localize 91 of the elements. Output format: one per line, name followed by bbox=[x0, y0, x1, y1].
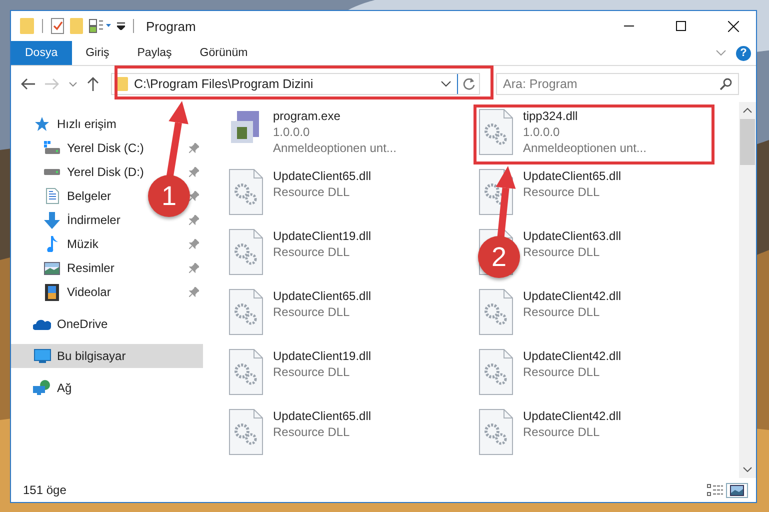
settings-file-icon bbox=[229, 349, 263, 395]
sidebar-item[interactable]: Belgeler bbox=[11, 184, 114, 208]
address-bar[interactable]: C:\Program Files\Program Dizini bbox=[111, 73, 480, 95]
recent-locations-button[interactable] bbox=[67, 80, 79, 88]
file-detail: 1.0.0.0 bbox=[273, 125, 311, 139]
file-name: tipp324.dll bbox=[523, 109, 579, 123]
download-arrow-icon bbox=[44, 212, 60, 228]
sidebar-item[interactable]: Bu bilgisayar bbox=[11, 344, 203, 368]
sidebar-item[interactable]: Yerel Disk (D:) bbox=[11, 160, 146, 184]
settings-file-icon bbox=[479, 289, 513, 335]
file-name: UpdateClient65.dll bbox=[273, 289, 372, 303]
close-icon bbox=[728, 20, 738, 32]
pin-icon[interactable] bbox=[189, 239, 199, 249]
search-icon[interactable] bbox=[720, 78, 732, 90]
search-field[interactable]: Ara: Program bbox=[496, 73, 739, 95]
refresh-icon bbox=[462, 78, 474, 90]
large-icons-view-button[interactable] bbox=[726, 482, 748, 498]
file-name: UpdateClient42.dll bbox=[523, 349, 622, 363]
sidebar-item[interactable]: Yerel Disk (C:) bbox=[11, 136, 146, 160]
sidebar-item[interactable]: Videolar bbox=[11, 280, 113, 304]
pin-icon[interactable] bbox=[189, 287, 199, 297]
file-name: program.exe bbox=[273, 109, 342, 123]
file-detail: 1.0.0.0 bbox=[523, 125, 561, 139]
settings-file-icon bbox=[229, 229, 263, 275]
pin-icon[interactable] bbox=[189, 191, 199, 201]
ribbon-tab[interactable]: Dosya bbox=[11, 41, 72, 65]
document-icon bbox=[46, 188, 58, 204]
file-detail: Resource DLL bbox=[273, 185, 351, 199]
drive-icon bbox=[44, 168, 60, 176]
settings-file-icon bbox=[479, 349, 513, 395]
sidebar-item[interactable]: Ağ bbox=[11, 376, 74, 400]
settings-file-icon bbox=[229, 289, 263, 335]
file-name: UpdateClient65.dll bbox=[523, 169, 622, 183]
settings-file-icon bbox=[479, 109, 513, 155]
sidebar-item[interactable]: Hızlı erişim bbox=[11, 112, 118, 136]
settings-file-icon bbox=[229, 169, 263, 215]
maximize-icon bbox=[676, 21, 686, 31]
file-detail: Anmeldeoptionen unt... bbox=[523, 141, 646, 155]
pin-icon[interactable] bbox=[189, 167, 199, 177]
sidebar-item[interactable]: İndirmeler bbox=[11, 208, 122, 232]
monitor-icon bbox=[34, 348, 50, 364]
ribbon-tab[interactable]: Paylaş bbox=[123, 41, 186, 65]
cloud-icon bbox=[33, 318, 51, 330]
sidebar-item[interactable]: Resimler bbox=[11, 256, 116, 280]
file-detail: Resource DLL bbox=[523, 185, 601, 199]
file-detail: Resource DLL bbox=[273, 305, 351, 319]
item-count: 151 öge bbox=[23, 483, 66, 497]
file-name: UpdateClient19.dll bbox=[273, 349, 372, 363]
file-name: UpdateClient63.dll bbox=[523, 229, 622, 243]
file-detail: Resource DLL bbox=[523, 425, 601, 439]
file-detail: Resource DLL bbox=[273, 245, 351, 259]
picture-icon bbox=[44, 262, 60, 274]
pin-icon[interactable] bbox=[189, 263, 199, 273]
dropdown-icon[interactable] bbox=[117, 22, 125, 30]
star-icon bbox=[34, 116, 50, 132]
pin-icon[interactable] bbox=[189, 143, 199, 153]
file-name: UpdateClient42.dll bbox=[523, 409, 622, 423]
file-detail: Resource DLL bbox=[273, 365, 351, 379]
file-detail: Resource DLL bbox=[523, 365, 601, 379]
file-name: UpdateClient65.dll bbox=[273, 409, 372, 423]
pin-icon[interactable] bbox=[189, 215, 199, 225]
properties-icon[interactable] bbox=[89, 19, 111, 33]
file-name: UpdateClient42.dll bbox=[523, 289, 622, 303]
scrollbar-thumb[interactable] bbox=[740, 119, 755, 165]
file-detail: Resource DLL bbox=[523, 245, 601, 259]
details-view-button[interactable] bbox=[704, 483, 726, 497]
chevron-down-icon[interactable] bbox=[716, 50, 726, 56]
ribbon-tab[interactable]: Görünüm bbox=[186, 41, 262, 65]
sidebar-item[interactable]: OneDrive bbox=[11, 312, 110, 336]
file-detail: Resource DLL bbox=[523, 305, 601, 319]
scroll-up-icon[interactable] bbox=[743, 108, 752, 113]
file-name: UpdateClient65.dll bbox=[273, 169, 372, 183]
dropdown-icon[interactable] bbox=[441, 81, 451, 87]
address-path: C:\Program Files\Program Dizini bbox=[134, 77, 314, 91]
file-detail: Anmeldeoptionen unt... bbox=[273, 141, 396, 155]
checklist-icon[interactable] bbox=[51, 18, 64, 34]
up-button[interactable] bbox=[85, 75, 101, 93]
music-note-icon bbox=[46, 236, 58, 252]
settings-file-icon bbox=[229, 409, 263, 455]
film-icon bbox=[45, 284, 59, 300]
file-name: UpdateClient19.dll bbox=[273, 229, 372, 243]
ribbon-tab[interactable]: Giriş bbox=[72, 41, 124, 65]
window-title: Program bbox=[146, 18, 197, 34]
file-detail: Resource DLL bbox=[273, 425, 351, 439]
network-icon bbox=[33, 380, 51, 396]
back-button[interactable] bbox=[19, 76, 37, 92]
settings-file-icon bbox=[479, 409, 513, 455]
scroll-down-icon[interactable] bbox=[743, 467, 752, 472]
help-button[interactable]: ? bbox=[736, 46, 751, 60]
sidebar-item[interactable]: Müzik bbox=[11, 232, 100, 256]
drive-icon bbox=[44, 141, 60, 155]
